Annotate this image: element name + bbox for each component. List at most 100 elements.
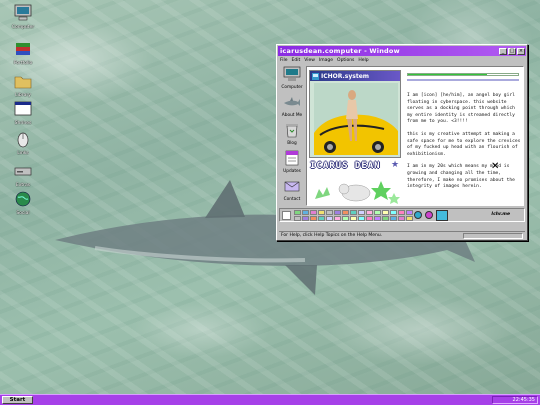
window-content: ICHOR.system ICARUS DEAN ★ I am [icon] [… xyxy=(306,66,524,206)
document-icon xyxy=(285,150,299,166)
desktop-icon-extras[interactable]: Extras xyxy=(6,162,40,188)
computer-icon xyxy=(14,4,32,21)
palette-swatch[interactable] xyxy=(326,210,333,215)
menu-options[interactable]: Options xyxy=(337,58,354,63)
decorative-divider xyxy=(407,79,519,81)
site-owner-name: ICARUS DEAN xyxy=(310,161,381,171)
palette-note: Ichr.me xyxy=(491,212,510,217)
palette-swatch[interactable] xyxy=(390,210,397,215)
palette-swatch[interactable] xyxy=(342,210,349,215)
taskbar: Start 22:45:35 xyxy=(0,394,540,405)
palette-face-icon[interactable] xyxy=(436,210,448,221)
star-icon: ★ xyxy=(391,160,400,170)
palette-swatch[interactable] xyxy=(382,210,389,215)
desktop-icon-portfolio[interactable]: Portfolio xyxy=(6,40,40,66)
desktop-icon-label: Portfolio xyxy=(13,61,33,66)
maximize-button[interactable]: □ xyxy=(508,47,516,55)
bio-paragraph: I am in my 20s which means my mind is gr… xyxy=(407,164,515,190)
palette-swatch[interactable] xyxy=(302,216,309,221)
palette-swatch[interactable] xyxy=(350,216,357,221)
sidebar-item-blog[interactable]: Blog xyxy=(280,122,304,149)
palette-swatch[interactable] xyxy=(326,216,333,221)
decorative-cats-image xyxy=(315,181,400,204)
status-text: For Help, click Help Topics on the Help … xyxy=(281,233,383,238)
bio-text: I am [icon] [he/him], an angel boy girl … xyxy=(407,93,521,197)
palette-swatch[interactable] xyxy=(374,216,381,221)
palette-swatch[interactable] xyxy=(398,210,405,215)
window-sidebar: Computer About Me Blog Updates Contact xyxy=(280,66,304,206)
palette-swatch[interactable] xyxy=(294,210,301,215)
sidebar-item-computer[interactable]: Computer xyxy=(280,66,304,93)
globe-icon xyxy=(15,191,31,207)
color-palette: Ichr.me xyxy=(279,208,525,222)
desktop-icon-social[interactable]: Social xyxy=(6,190,40,216)
system-tray: 22:45:35 xyxy=(492,396,538,404)
status-panel xyxy=(463,233,523,239)
desktop-icon-label: Social xyxy=(16,211,30,216)
status-bar: For Help, click Help Topics on the Help … xyxy=(279,231,525,239)
window-titlebar[interactable]: icarusdean.computer - Window _ □ × xyxy=(278,46,526,56)
palette-swatch[interactable] xyxy=(398,216,405,221)
mouse-icon xyxy=(17,132,29,148)
palette-swatch[interactable] xyxy=(390,216,397,221)
palette-swatch[interactable] xyxy=(334,216,341,221)
desktop-icon-computer[interactable]: Computer xyxy=(6,4,40,30)
sidebar-item-label: Updates xyxy=(283,169,301,174)
progress-bar xyxy=(407,73,519,76)
desktop-icon-label: Links xyxy=(17,151,29,156)
palette-swatch[interactable] xyxy=(310,216,317,221)
desktop-icon-library[interactable]: Library xyxy=(6,72,40,98)
palette-swatch[interactable] xyxy=(294,216,301,221)
sidebar-item-updates[interactable]: Updates xyxy=(280,150,304,177)
menu-view[interactable]: View xyxy=(304,58,315,63)
menu-edit[interactable]: Edit xyxy=(292,58,301,63)
sidebar-item-contact[interactable]: Contact xyxy=(280,178,304,205)
palette-swatch[interactable] xyxy=(302,210,309,215)
window-title: icarusdean.computer - Window xyxy=(280,47,400,55)
palette-swatch[interactable] xyxy=(350,210,357,215)
desktop-icon-label: Extras xyxy=(15,183,31,188)
minimize-button[interactable]: _ xyxy=(499,47,507,55)
sidebar-item-label: Computer xyxy=(281,85,303,90)
progress-bar-fill xyxy=(408,74,488,75)
window-icon xyxy=(14,101,32,116)
start-button[interactable]: Start xyxy=(2,396,33,404)
palette-swatch[interactable] xyxy=(334,210,341,215)
cross-icon: ✕ xyxy=(491,161,500,172)
palette-swatch[interactable] xyxy=(374,210,381,215)
menu-file[interactable]: File xyxy=(280,58,288,63)
desktop-icon-label: Computer xyxy=(11,25,35,30)
current-color-swatch[interactable] xyxy=(282,211,291,220)
folder-icon xyxy=(14,76,32,89)
palette-magenta-icon[interactable] xyxy=(425,211,433,219)
menu-image[interactable]: Image xyxy=(319,58,333,63)
palette-go-icon[interactable] xyxy=(414,211,422,219)
menu-help[interactable]: Help xyxy=(358,58,368,63)
clock: 22:45:35 xyxy=(512,397,535,403)
palette-swatch[interactable] xyxy=(406,210,413,215)
main-window[interactable]: icarusdean.computer - Window _ □ × File … xyxy=(276,44,528,241)
palette-swatch[interactable] xyxy=(366,216,373,221)
monitor-icon xyxy=(283,66,301,81)
palette-swatch[interactable] xyxy=(342,216,349,221)
desktop-icon-links[interactable]: Links xyxy=(6,130,40,156)
recycle-bin-icon xyxy=(286,124,298,138)
palette-swatch[interactable] xyxy=(366,210,373,215)
sidebar-item-label: Blog xyxy=(287,141,297,146)
palette-swatch[interactable] xyxy=(310,210,317,215)
envelope-icon xyxy=(284,181,300,192)
menu-bar: File Edit View Image Options Help xyxy=(277,57,527,64)
palette-swatch[interactable] xyxy=(318,210,325,215)
palette-swatch[interactable] xyxy=(358,210,365,215)
desktop-icon-shrines[interactable]: Shrines xyxy=(6,100,40,126)
bio-paragraph: this is my creative attempt at making a … xyxy=(407,131,521,157)
palette-swatch[interactable] xyxy=(406,216,413,221)
shark-icon xyxy=(284,97,300,106)
drive-icon xyxy=(14,167,32,176)
palette-swatch[interactable] xyxy=(358,216,365,221)
close-button[interactable]: × xyxy=(517,47,525,55)
palette-swatch[interactable] xyxy=(382,216,389,221)
sidebar-item-about[interactable]: About Me xyxy=(280,94,304,121)
palette-swatch[interactable] xyxy=(318,216,325,221)
books-icon xyxy=(16,43,30,55)
